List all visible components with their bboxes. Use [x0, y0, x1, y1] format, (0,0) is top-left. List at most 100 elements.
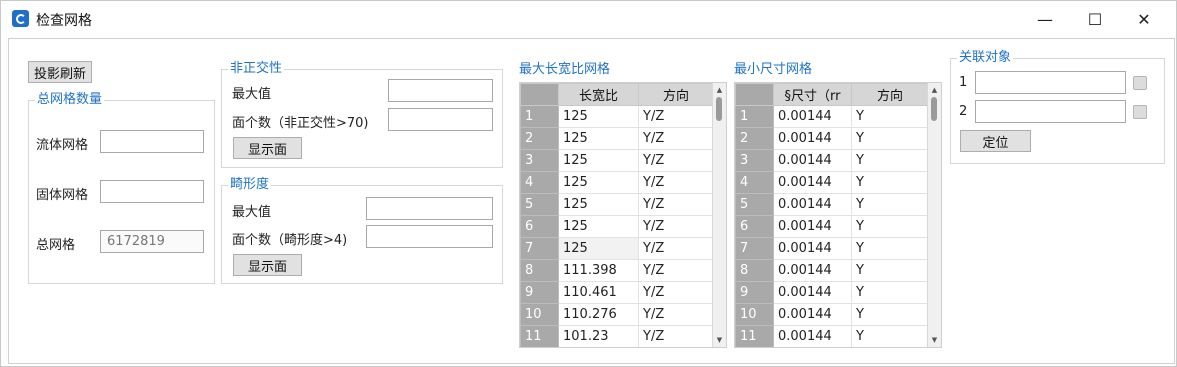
table-row[interactable]: 7 125 Y/Z [520, 237, 714, 260]
aspect-ratio-cell[interactable]: 125 [558, 149, 639, 172]
size-header[interactable]: §尺寸（rr [773, 83, 852, 106]
direction-cell[interactable]: Y [851, 149, 929, 172]
table-header-row: §尺寸（rr 方向 [735, 83, 929, 106]
aspect-ratio-header[interactable]: 长宽比 [558, 83, 639, 106]
related-item-1-checkbox[interactable] [1133, 76, 1147, 90]
close-button[interactable]: ✕ [1121, 1, 1167, 37]
direction-cell[interactable]: Y [851, 259, 929, 282]
solid-mesh-field[interactable] [100, 180, 204, 203]
table-row[interactable]: 8 0.00144 Y [735, 259, 929, 282]
min-size-grid[interactable]: §尺寸（rr 方向 1 0.00144 Y 2 0.00144 Y 3 0.00144 Y … [734, 82, 942, 348]
nonortho-max-field[interactable] [388, 79, 493, 102]
maximize-button[interactable]: ☐ [1072, 1, 1118, 37]
size-cell[interactable]: 0.00144 [773, 325, 852, 347]
direction-cell[interactable]: Y [851, 105, 929, 128]
scroll-thumb[interactable] [931, 97, 937, 121]
table-row[interactable]: 10 110.276 Y/Z [520, 303, 714, 326]
size-cell[interactable]: 0.00144 [773, 171, 852, 194]
scroll-up-icon[interactable]: ▲ [928, 84, 941, 96]
aspect-ratio-cell[interactable]: 125 [558, 215, 639, 238]
direction-cell[interactable]: Y/Z [638, 215, 714, 238]
table-row[interactable]: 3 0.00144 Y [735, 149, 929, 172]
aspect-ratio-cell[interactable]: 125 [558, 171, 639, 194]
scroll-down-icon[interactable]: ▼ [713, 334, 726, 346]
direction-cell[interactable]: Y [851, 127, 929, 150]
aspect-ratio-cell[interactable]: 125 [558, 105, 639, 128]
table-row[interactable]: 2 0.00144 Y [735, 127, 929, 150]
scroll-up-icon[interactable]: ▲ [713, 84, 726, 96]
skew-show-faces-button[interactable]: 显示面 [233, 254, 302, 276]
table-row[interactable]: 9 0.00144 Y [735, 281, 929, 304]
scroll-thumb[interactable] [716, 97, 722, 121]
size-cell[interactable]: 0.00144 [773, 105, 852, 128]
size-cell[interactable]: 0.00144 [773, 281, 852, 304]
size-cell[interactable]: 0.00144 [773, 237, 852, 260]
table-row[interactable]: 8 111.398 Y/Z [520, 259, 714, 282]
direction-cell[interactable]: Y/Z [638, 193, 714, 216]
table-row[interactable]: 1 0.00144 Y [735, 105, 929, 128]
table-row[interactable]: 4 0.00144 Y [735, 171, 929, 194]
aspect-ratio-grid[interactable]: 长宽比 方向 1 125 Y/Z 2 125 Y/Z 3 125 Y/Z 4 125 Y/Z 5… [519, 82, 727, 348]
size-cell[interactable]: 0.00144 [773, 127, 852, 150]
aspect-grid-scrollbar[interactable]: ▲ ▼ [712, 83, 726, 347]
table-row[interactable]: 1 125 Y/Z [520, 105, 714, 128]
locate-button[interactable]: 定位 [960, 130, 1031, 152]
direction-cell[interactable]: Y/Z [638, 171, 714, 194]
direction-cell[interactable]: Y/Z [638, 259, 714, 282]
direction-cell[interactable]: Y [851, 171, 929, 194]
related-objects-group: 关联对象 1 2 定位 [950, 50, 1165, 164]
aspect-ratio-cell[interactable]: 125 [558, 127, 639, 150]
table-row[interactable]: 5 0.00144 Y [735, 193, 929, 216]
direction-header[interactable]: 方向 [851, 83, 929, 106]
direction-cell[interactable]: Y/Z [638, 127, 714, 150]
minimize-button[interactable]: — [1022, 1, 1068, 37]
row-number-header [520, 83, 559, 106]
related-item-1-field[interactable] [975, 71, 1126, 94]
direction-header[interactable]: 方向 [638, 83, 714, 106]
table-row[interactable]: 11 101.23 Y/Z [520, 325, 714, 347]
table-row[interactable]: 6 0.00144 Y [735, 215, 929, 238]
size-cell[interactable]: 0.00144 [773, 303, 852, 326]
aspect-ratio-cell[interactable]: 111.398 [558, 259, 639, 282]
table-row[interactable]: 9 110.461 Y/Z [520, 281, 714, 304]
direction-cell[interactable]: Y [851, 237, 929, 260]
skew-count-field[interactable] [366, 225, 493, 248]
direction-cell[interactable]: Y/Z [638, 237, 714, 260]
direction-cell[interactable]: Y [851, 325, 929, 347]
fluid-mesh-field[interactable] [100, 130, 204, 153]
table-row[interactable]: 6 125 Y/Z [520, 215, 714, 238]
aspect-ratio-cell[interactable]: 110.461 [558, 281, 639, 304]
direction-cell[interactable]: Y/Z [638, 105, 714, 128]
direction-cell[interactable]: Y [851, 215, 929, 238]
skew-max-field[interactable] [366, 197, 493, 220]
table-row[interactable]: 4 125 Y/Z [520, 171, 714, 194]
direction-cell[interactable]: Y/Z [638, 325, 714, 347]
table-row[interactable]: 5 125 Y/Z [520, 193, 714, 216]
table-row[interactable]: 3 125 Y/Z [520, 149, 714, 172]
nonortho-count-field[interactable] [388, 108, 493, 131]
size-grid-scrollbar[interactable]: ▲ ▼ [927, 83, 941, 347]
direction-cell[interactable]: Y [851, 193, 929, 216]
table-row[interactable]: 10 0.00144 Y [735, 303, 929, 326]
aspect-ratio-cell[interactable]: 110.276 [558, 303, 639, 326]
table-row[interactable]: 2 125 Y/Z [520, 127, 714, 150]
related-item-2-field[interactable] [975, 100, 1126, 123]
direction-cell[interactable]: Y [851, 303, 929, 326]
table-row[interactable]: 7 0.00144 Y [735, 237, 929, 260]
direction-cell[interactable]: Y/Z [638, 281, 714, 304]
aspect-ratio-cell[interactable]: 125 [558, 237, 639, 260]
aspect-ratio-cell[interactable]: 125 [558, 193, 639, 216]
direction-cell[interactable]: Y/Z [638, 303, 714, 326]
aspect-ratio-cell[interactable]: 101.23 [558, 325, 639, 347]
scroll-down-icon[interactable]: ▼ [928, 334, 941, 346]
size-cell[interactable]: 0.00144 [773, 149, 852, 172]
direction-cell[interactable]: Y/Z [638, 149, 714, 172]
size-cell[interactable]: 0.00144 [773, 259, 852, 282]
table-row[interactable]: 11 0.00144 Y [735, 325, 929, 347]
direction-cell[interactable]: Y [851, 281, 929, 304]
refresh-projection-button[interactable]: 投影刷新 [28, 61, 92, 83]
size-cell[interactable]: 0.00144 [773, 215, 852, 238]
related-item-2-checkbox[interactable] [1133, 105, 1147, 119]
nonortho-show-faces-button[interactable]: 显示面 [233, 137, 302, 159]
size-cell[interactable]: 0.00144 [773, 193, 852, 216]
